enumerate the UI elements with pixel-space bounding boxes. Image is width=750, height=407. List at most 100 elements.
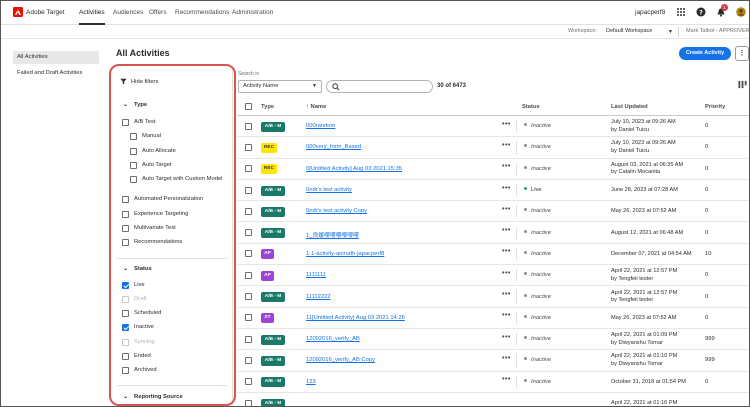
row-more-icon[interactable]: ••• [502, 248, 511, 255]
col-status[interactable]: Status [522, 104, 540, 110]
tab-administration[interactable]: Administration [232, 9, 273, 16]
table-row[interactable]: A/B - M 123 ••• Inactive October 31, 2018 at… [237, 372, 749, 393]
table-row[interactable]: REC 0[Untitled Activity] Aug 03 2021 15:3… [237, 159, 749, 180]
activity-name-link[interactable]: 1_良媛嚶嚶嚶嚶嚶嚶 [306, 230, 359, 239]
table-row[interactable]: A/B - M 1_良媛嚶嚶嚶嚶嚶嚶 ••• Inactive August 12, 2… [237, 223, 749, 244]
table-row[interactable]: A/B - M 12092016_verify_AB ••• Inactive Apri… [237, 329, 749, 351]
row-checkbox[interactable] [245, 165, 252, 173]
row-checkbox[interactable] [245, 250, 252, 258]
filter-option[interactable]: A/B Test [122, 119, 155, 127]
table-row[interactable]: AP 1-1-activity-anirudh-japacperf8 ••• Inac… [237, 244, 749, 266]
activity-name-link[interactable]: 123 [306, 379, 316, 385]
row-more-icon[interactable]: ••• [502, 227, 511, 234]
type-section-header[interactable]: ⌄ Type [123, 101, 147, 109]
table-row[interactable]: AP 1111111 ••• Inactive April 22, 2021 at 12… [237, 265, 749, 287]
checkbox[interactable] [122, 282, 129, 289]
filter-option[interactable]: Ended [122, 353, 151, 361]
row-checkbox[interactable] [245, 335, 252, 343]
checkbox[interactable] [130, 133, 137, 140]
checkbox[interactable] [122, 353, 129, 360]
filter-option[interactable]: Scheduled [122, 310, 161, 318]
activity-name-link[interactable]: 1111111 [306, 272, 326, 278]
row-checkbox[interactable] [245, 314, 252, 322]
activity-name-link[interactable]: 11[Untitled Activity] Aug 03 2021 14:26 [306, 315, 405, 321]
row-more-icon[interactable]: ••• [502, 185, 511, 192]
status-section-header[interactable]: ⌄ Status [123, 265, 152, 273]
filter-option[interactable]: Experience Targeting [122, 211, 188, 219]
checkbox[interactable] [122, 324, 129, 331]
filter-option[interactable]: Archived [122, 367, 157, 375]
filter-option[interactable]: Auto Allocate [130, 148, 176, 156]
activity-name-link[interactable]: 12092016_verify_AB Copy [306, 357, 375, 363]
table-row[interactable]: A/B - M April 22, 2021 at 01:16 PM [237, 393, 749, 406]
row-more-icon[interactable]: ••• [502, 312, 511, 319]
search-input[interactable] [326, 80, 433, 93]
row-checkbox[interactable] [245, 186, 252, 194]
row-checkbox[interactable] [245, 143, 252, 151]
sidenav-item-failed-draft[interactable]: Failed and Draft Activities [13, 67, 99, 80]
row-more-icon[interactable]: ••• [502, 376, 511, 383]
table-row[interactable]: A/B - M 000random ••• Inactive July 10, 2023… [237, 116, 749, 138]
col-priority[interactable]: Priority [705, 104, 725, 110]
row-checkbox[interactable] [245, 399, 252, 406]
filter-option[interactable]: Automated Personalization [122, 196, 203, 204]
row-checkbox[interactable] [245, 293, 252, 301]
select-all-checkbox[interactable] [245, 103, 252, 110]
hide-filters-button[interactable]: Hide filters [120, 78, 158, 85]
checkbox[interactable] [130, 162, 137, 169]
row-more-icon[interactable]: ••• [502, 355, 511, 362]
activity-name-link[interactable]: 0ndr's test activity [306, 187, 352, 193]
table-row[interactable]: A/B - M 0ndr's test activity ••• Live June 2… [237, 180, 749, 202]
activity-name-link[interactable]: 000random [306, 123, 335, 129]
activity-name-link[interactable]: 12092016_verify_AB [306, 336, 360, 342]
row-more-icon[interactable]: ••• [502, 270, 511, 277]
filter-option[interactable]: Auto Target with Custom Model [130, 176, 226, 184]
create-activity-button[interactable]: Create Activity [679, 47, 731, 60]
workspace-select[interactable]: Default Workspace [606, 28, 652, 34]
table-row[interactable]: A/B - M 12092016_verify_AB Copy ••• Inactiv… [237, 350, 749, 372]
column-settings-icon[interactable] [738, 80, 747, 89]
filter-option[interactable]: Live [122, 282, 145, 290]
activity-name-link[interactable]: 0ndr's test activity Copy [306, 208, 367, 214]
checkbox[interactable] [122, 119, 129, 126]
table-row[interactable]: A/B - M 11112222 ••• Inactive April 22, 2021… [237, 286, 749, 308]
filter-option[interactable]: Inactive [122, 324, 154, 332]
table-row[interactable]: A/B - M 0ndr's test activity Copy ••• Inact… [237, 201, 749, 223]
table-row[interactable]: XT 11[Untitled Activity] Aug 03 2021 14:2… [237, 308, 749, 329]
checkbox[interactable] [122, 211, 129, 218]
checkbox[interactable] [122, 239, 129, 246]
tab-audiences[interactable]: Audiences [113, 9, 143, 16]
filter-option[interactable]: Manual [130, 133, 161, 141]
row-checkbox[interactable] [245, 271, 252, 279]
col-name[interactable]: ↑ Name [306, 104, 326, 110]
row-more-icon[interactable]: ••• [502, 206, 511, 213]
org-name[interactable]: japacperf8 [635, 9, 665, 16]
table-row[interactable]: REC 000very_form_Based ••• Inactive July 10,… [237, 137, 749, 159]
checkbox[interactable] [130, 176, 137, 183]
row-more-icon[interactable]: ••• [502, 163, 511, 170]
filter-option[interactable]: Auto Target [130, 162, 172, 170]
search-field-select[interactable]: Activity Name ▼ [238, 80, 322, 93]
activity-name-link[interactable]: 0[Untitled Activity] Aug 03 2021 15:35 [306, 166, 402, 172]
tab-recommendations[interactable]: Recommendations [175, 9, 229, 16]
row-checkbox[interactable] [245, 229, 252, 237]
tab-activities[interactable]: Activities [79, 9, 105, 25]
col-last-updated[interactable]: Last Updated [611, 104, 648, 110]
checkbox[interactable] [122, 196, 129, 203]
checkbox[interactable] [130, 148, 137, 155]
row-checkbox[interactable] [245, 207, 252, 215]
app-brand[interactable]: Adobe Target [26, 9, 65, 16]
row-checkbox[interactable] [245, 378, 252, 386]
checkbox[interactable] [122, 225, 129, 232]
activity-name-link[interactable]: 11112222 [306, 294, 331, 300]
adobe-logo-icon[interactable] [13, 7, 23, 17]
checkbox[interactable] [122, 367, 129, 374]
help-icon[interactable]: ? [696, 7, 706, 17]
avatar-icon[interactable] [736, 7, 746, 17]
apps-grid-icon[interactable] [676, 7, 686, 17]
row-more-icon[interactable]: ••• [502, 291, 511, 298]
reporting-source-header[interactable]: ⌄ Reporting Source [123, 393, 183, 401]
row-more-icon[interactable]: ••• [502, 142, 511, 149]
sidenav-item-all-activities[interactable]: All Activities [13, 51, 99, 64]
row-checkbox[interactable] [245, 122, 252, 130]
